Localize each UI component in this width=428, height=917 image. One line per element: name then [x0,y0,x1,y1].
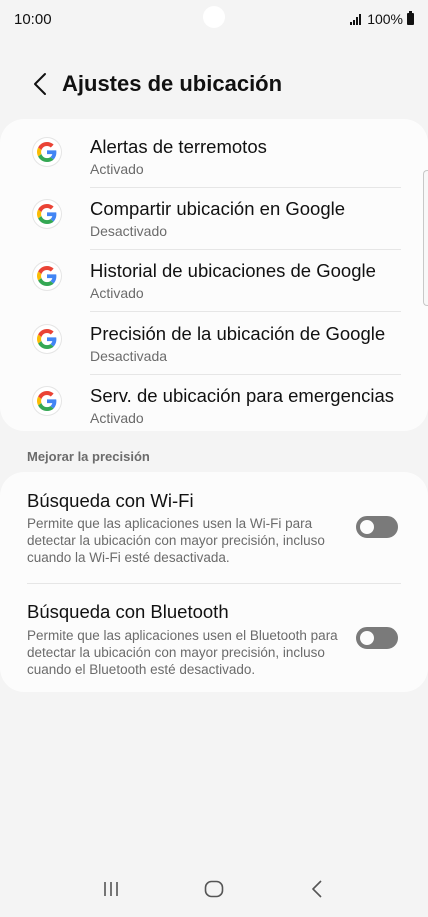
precision-card: Búsqueda con Wi-Fi Permite que las aplic… [0,472,428,692]
item-title: Precisión de la ubicación de Google [90,323,386,344]
divider [90,311,401,312]
battery-icon [407,11,414,25]
chevron-left-icon [34,73,46,95]
toggle-knob [358,518,376,536]
item-description: Permite que las aplicaciones usen la Wi-… [27,516,325,565]
item-title: Compartir ubicación en Google [90,198,346,219]
navigation-bar [0,861,428,917]
list-item-emergency-location[interactable]: Serv. de ubicación para emergencias Acti… [0,375,428,437]
recents-button[interactable] [91,869,131,909]
list-item-location-accuracy[interactable]: Precisión de la ubicación de Google Desa… [0,313,428,375]
wifi-scanning-toggle[interactable] [356,516,398,538]
item-status: Activado [90,410,144,426]
item-title: Búsqueda con Wi-Fi [27,490,194,511]
google-icon [33,138,61,166]
list-item-bluetooth-scanning[interactable]: Búsqueda con Bluetooth Permite que las a… [0,584,428,692]
list-item-wifi-scanning[interactable]: Búsqueda con Wi-Fi Permite que las aplic… [0,472,428,583]
item-title: Historial de ubicaciones de Google [90,260,376,281]
signal-icon [350,13,362,25]
item-status: Activado [90,285,144,301]
status-time: 10:00 [14,10,52,28]
scroll-indicator[interactable] [423,170,428,306]
item-status: Desactivada [90,348,168,364]
item-status: Desactivado [90,223,168,239]
battery-percentage: 100% [367,11,403,27]
camera-cutout [203,6,225,28]
item-title: Alertas de terremotos [90,136,267,157]
nav-back-button[interactable] [297,869,337,909]
back-button[interactable] [18,62,62,106]
status-icons: 100% [350,11,414,27]
item-title: Búsqueda con Bluetooth [27,601,229,622]
google-icon [33,387,61,415]
google-icon [33,325,61,353]
home-button[interactable] [194,869,234,909]
list-item-earthquake-alerts[interactable]: Alertas de terremotos Activado [0,126,428,188]
app-bar: Ajustes de ubicación [0,62,428,106]
google-icon [33,262,61,290]
recents-icon [104,882,119,896]
list-item-location-history[interactable]: Historial de ubicaciones de Google Activ… [0,250,428,312]
list-item-share-location[interactable]: Compartir ubicación en Google Desactivad… [0,188,428,250]
item-description: Permite que las aplicaciones usen el Blu… [27,628,338,677]
google-services-card: Alertas de terremotos Activado Compartir… [0,119,428,431]
bluetooth-scanning-toggle[interactable] [356,627,398,649]
home-icon [204,880,224,898]
page-title: Ajustes de ubicación [62,71,283,96]
section-header: Mejorar la precisión [27,449,150,464]
item-status: Activado [90,161,144,177]
item-title: Serv. de ubicación para emergencias [90,385,395,406]
toggle-knob [358,629,376,647]
google-icon [33,200,61,228]
back-icon [311,880,322,898]
